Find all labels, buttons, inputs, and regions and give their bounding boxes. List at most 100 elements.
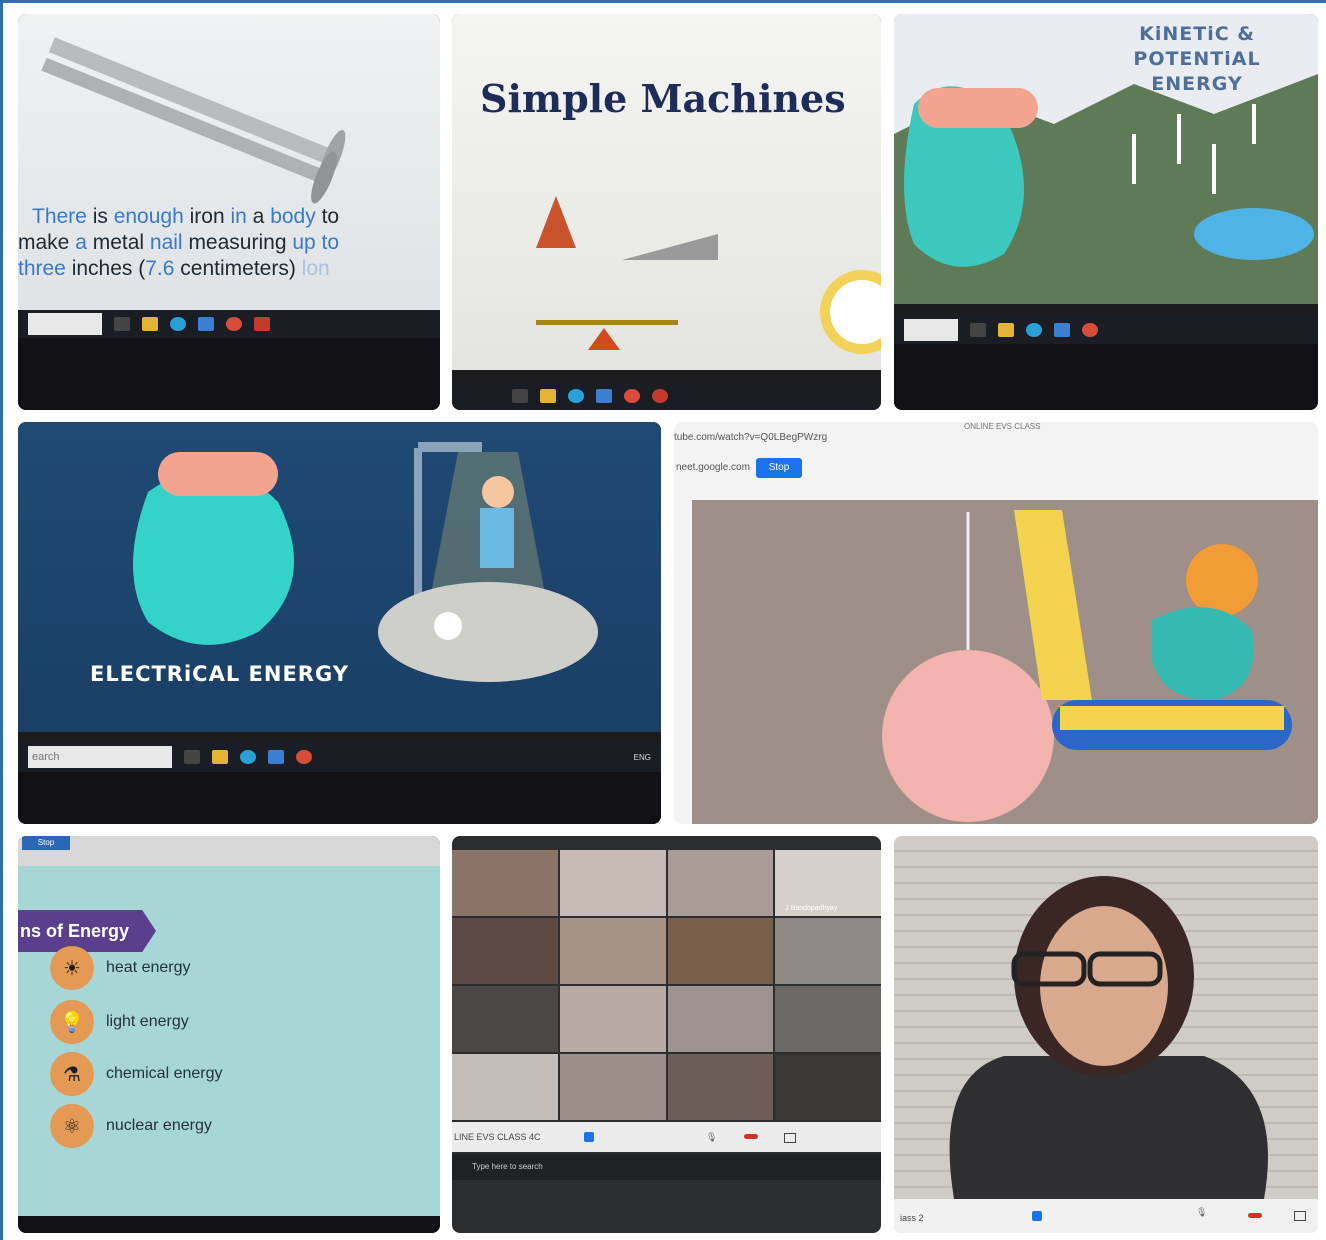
machines-illustration (536, 196, 881, 354)
sun-icon: ☀ (50, 946, 94, 990)
mic-icon[interactable]: 🎙 (706, 1122, 717, 1152)
monitor-bezel (18, 772, 661, 824)
slide-title-line: ENERGY (1151, 73, 1243, 95)
taskbar-search-box[interactable]: earch (28, 746, 172, 768)
photo-simple-machines-slide: Simple Machines (452, 14, 881, 410)
video-frame (692, 500, 1318, 824)
fact-word: a (246, 205, 271, 228)
mail-icon[interactable] (268, 750, 284, 764)
task-view-icon[interactable] (970, 323, 986, 337)
end-call-icon[interactable] (744, 1134, 758, 1139)
fact-word: 7.6 (145, 257, 175, 280)
slide-forms-of-energy: ns of Energy ☀ heat energy 💡 light energ… (18, 866, 440, 1216)
taskbar-search-box[interactable] (28, 313, 102, 335)
meeting-title[interactable]: LINE EVS CLASS 4C (452, 1132, 541, 1142)
meet-share-banner: neet.google.com (676, 462, 750, 473)
participant-tile (559, 850, 666, 916)
photo-teacher-video: iass 2 🎙 (894, 836, 1318, 1233)
taskbar-search-box[interactable] (904, 319, 958, 341)
chrome-icon[interactable] (296, 750, 312, 764)
screw-illustration (41, 37, 346, 204)
fact-word: metal (86, 231, 150, 254)
folder-icon[interactable] (540, 389, 556, 403)
participant-tile (775, 1054, 881, 1120)
end-call-icon[interactable] (1248, 1213, 1262, 1218)
slide-simple-machines: Simple Machines (452, 14, 881, 370)
teacher-illustration (949, 876, 1268, 1199)
folder-icon[interactable] (998, 323, 1014, 337)
taskbar (894, 316, 1318, 344)
participant-tile (452, 1054, 558, 1120)
chrome-icon[interactable] (624, 389, 640, 403)
taskbar-search-box[interactable]: Type here to search (452, 1162, 543, 1171)
edge-icon[interactable] (170, 317, 186, 331)
fact-word: lon (301, 257, 330, 280)
monitor-bezel (18, 1216, 440, 1233)
participant-tile (452, 918, 558, 984)
photo-wrecking-ball-video: tube.com/watch?v=Q0LBegPWzrg ONLINE EVS … (674, 422, 1318, 824)
edge-icon[interactable] (568, 389, 584, 403)
participant-tile (775, 986, 881, 1052)
stop-sharing-button[interactable]: Stop (22, 836, 70, 850)
participant-tile (667, 986, 774, 1052)
meeting-title[interactable]: iass 2 (900, 1213, 924, 1223)
frame-border-left (0, 0, 3, 1240)
chrome-icon[interactable] (1082, 323, 1098, 337)
participant-tile (559, 986, 666, 1052)
photo-kinetic-potential-slide: KiNETiC & POTENTiAL ENERGY (894, 14, 1318, 410)
browser-tab-title[interactable]: ONLINE EVS CLASS (964, 422, 1040, 431)
task-view-icon[interactable] (184, 750, 200, 764)
fact-word: inches ( (65, 257, 146, 280)
list-item: ⚗ chemical energy (50, 1052, 223, 1096)
taskbar: earch ENG (18, 742, 661, 772)
frame-border-top (0, 0, 1326, 3)
iron-fact-text: There is enough iron in a body to make a… (18, 204, 438, 282)
fact-word: in (230, 205, 247, 228)
mail-icon[interactable] (198, 317, 214, 331)
fact-word: There (32, 205, 87, 228)
app-icon[interactable] (254, 317, 270, 331)
fact-word: nail (149, 231, 183, 254)
slide-title-line: KiNETiC & POTENTiAL (1133, 23, 1261, 70)
edge-icon[interactable] (240, 750, 256, 764)
taskbar (452, 382, 881, 410)
fact-word: a (75, 231, 87, 254)
participant-tile (667, 1054, 774, 1120)
folder-icon[interactable] (142, 317, 158, 331)
fact-word: is (86, 205, 114, 228)
system-tray-language[interactable]: ENG (634, 753, 651, 762)
chrome-icon[interactable] (226, 317, 242, 331)
photo-electrical-energy-slide: ELECTRiCAL ENERGY earch ENG (18, 422, 661, 824)
folder-icon[interactable] (212, 750, 228, 764)
camera-icon[interactable] (1294, 1211, 1306, 1221)
shield-icon[interactable] (584, 1132, 594, 1142)
fact-word: make (18, 231, 76, 254)
taskbar (18, 310, 440, 338)
slide-kinetic-potential: KiNETiC & POTENTiAL ENERGY (894, 14, 1318, 304)
participant-tile (667, 850, 774, 916)
slide-title: ELECTRiCAL ENERGY (90, 662, 349, 686)
app-icon[interactable] (652, 389, 668, 403)
shield-icon[interactable] (1032, 1211, 1042, 1221)
participant-tile (559, 1054, 666, 1120)
meet-controls-bar: iass 2 🎙 (894, 1199, 1318, 1233)
mail-icon[interactable] (596, 389, 612, 403)
list-item: ⚛ nuclear energy (50, 1104, 212, 1148)
photo-iron-fact-slide: There is enough iron in a body to make a… (18, 14, 440, 410)
browser-url[interactable]: tube.com/watch?v=Q0LBegPWzrg (674, 432, 827, 443)
participant-tile (452, 986, 558, 1052)
mail-icon[interactable] (1054, 323, 1070, 337)
wrecking-ball-illustration (882, 510, 1292, 822)
participant-tile (452, 850, 558, 916)
task-view-icon[interactable] (114, 317, 130, 331)
edge-icon[interactable] (1026, 323, 1042, 337)
participant-tile: J Bandopadhyay (775, 850, 881, 916)
stop-sharing-button[interactable]: Stop (756, 458, 802, 478)
slide-electrical-energy: ELECTRiCAL ENERGY (18, 422, 661, 732)
camera-icon[interactable] (784, 1133, 796, 1143)
lightbulb-icon: 💡 (50, 1000, 94, 1044)
mic-icon[interactable]: 🎙 (1196, 1207, 1207, 1218)
task-view-icon[interactable] (512, 389, 528, 403)
photo-meet-grid-view: J Bandopadhyay LINE EVS CLASS 4C 🎙 Type … (452, 836, 881, 1233)
list-item-label: light energy (106, 1013, 189, 1030)
